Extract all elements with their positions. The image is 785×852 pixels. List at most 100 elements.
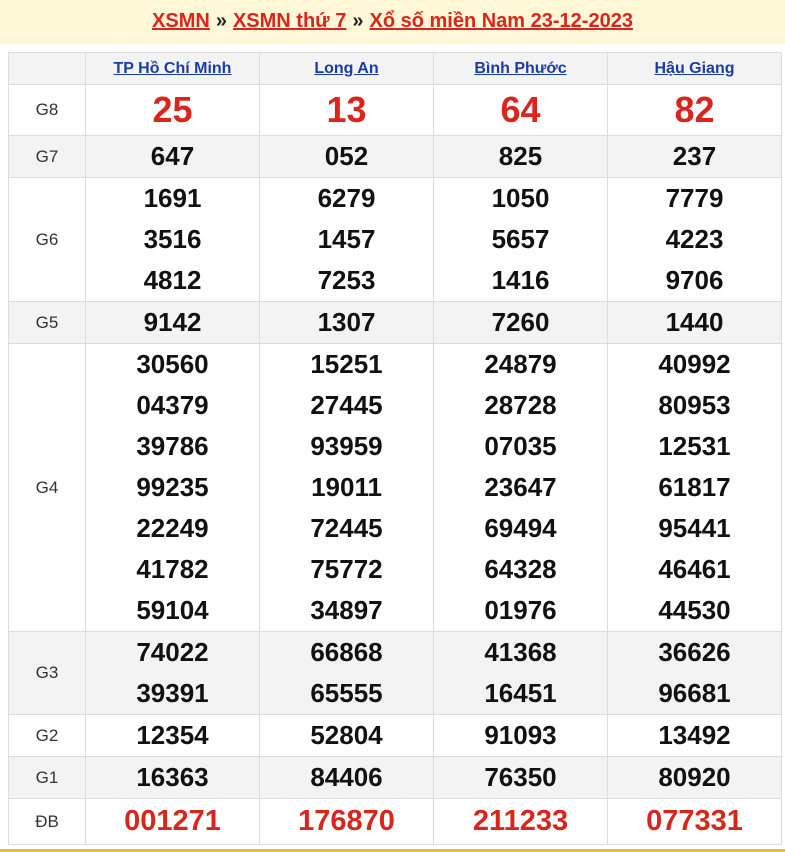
breadcrumb-section-link[interactable]: XSMN thứ 7 bbox=[233, 10, 346, 32]
prize-cell: 40992 80953 12531 61817 95441 46461 44530 bbox=[607, 343, 782, 632]
prize-row-g3: G3 74022 39391 66868 65555 41368 16451 36626 966… bbox=[8, 631, 782, 715]
prize-number: 52804 bbox=[310, 720, 383, 750]
prize-number: 1457 bbox=[317, 224, 376, 254]
prize-row-g5: G5 9142 1307 7260 1440 bbox=[8, 301, 782, 344]
prize-cell: 66868 65555 bbox=[259, 631, 434, 715]
prize-number: 1307 bbox=[317, 307, 376, 337]
prize-number: 80953 bbox=[658, 390, 731, 420]
prize-number: 65555 bbox=[310, 678, 383, 708]
prize-cell: 1691 3516 4812 bbox=[85, 177, 260, 302]
prize-number: 40992 bbox=[658, 349, 731, 379]
prize-label: G3 bbox=[8, 631, 86, 715]
prize-number: 59104 bbox=[136, 595, 209, 625]
prize-number: 27445 bbox=[310, 390, 383, 420]
province-link-hau-giang[interactable]: Hậu Giang bbox=[654, 60, 734, 77]
prize-number: 36626 bbox=[658, 637, 731, 667]
prize-number: 19011 bbox=[311, 472, 382, 502]
prize-number: 647 bbox=[150, 141, 195, 171]
prize-cell: 80920 bbox=[607, 756, 782, 799]
prize-number: 76350 bbox=[484, 762, 557, 792]
prize-number: 077331 bbox=[646, 805, 743, 837]
prize-cell: 077331 bbox=[607, 798, 782, 845]
prize-number: 4812 bbox=[143, 265, 202, 295]
prize-number: 84406 bbox=[310, 762, 383, 792]
prize-row-g2: G2 12354 52804 91093 13492 bbox=[8, 714, 782, 757]
province-header-cell: Bình Phước bbox=[433, 52, 608, 85]
prize-cell: 647 bbox=[85, 135, 260, 178]
prize-cell: 237 bbox=[607, 135, 782, 178]
prize-number: 7779 bbox=[665, 183, 724, 213]
prize-number: 34897 bbox=[310, 595, 383, 625]
province-header-cell: TP Hồ Chí Minh bbox=[85, 52, 260, 85]
prize-number: 6279 bbox=[317, 183, 376, 213]
prize-row-g8: G8 25 13 64 82 bbox=[8, 84, 782, 136]
province-header-row: TP Hồ Chí Minh Long An Bình Phước Hậu Gi… bbox=[8, 52, 782, 85]
prize-number: 28728 bbox=[484, 390, 557, 420]
prize-cell: 36626 96681 bbox=[607, 631, 782, 715]
prize-label: G7 bbox=[8, 135, 86, 178]
prize-number: 1416 bbox=[491, 265, 550, 295]
prize-number: 825 bbox=[498, 141, 543, 171]
prize-cell: 91093 bbox=[433, 714, 608, 757]
prize-number: 66868 bbox=[310, 637, 383, 667]
prize-number: 69494 bbox=[484, 513, 557, 543]
prize-cell: 211233 bbox=[433, 798, 608, 845]
prize-row-g6: G6 1691 3516 4812 6279 1457 7253 1050 5657 1416 77… bbox=[8, 177, 782, 302]
prize-number: 052 bbox=[324, 141, 369, 171]
prize-number: 46461 bbox=[658, 554, 731, 584]
prize-number: 7253 bbox=[317, 265, 376, 295]
breadcrumb-home-link[interactable]: XSMN bbox=[152, 10, 210, 32]
prize-number: 9142 bbox=[143, 307, 202, 337]
prize-number: 001271 bbox=[124, 805, 221, 837]
prize-cell: 825 bbox=[433, 135, 608, 178]
lottery-results-table: TP Hồ Chí Minh Long An Bình Phước Hậu Gi… bbox=[8, 52, 782, 845]
prize-number: 15251 bbox=[310, 349, 383, 379]
prize-cell: 74022 39391 bbox=[85, 631, 260, 715]
prize-number: 3516 bbox=[143, 224, 202, 254]
prize-number: 1440 bbox=[665, 307, 724, 337]
prize-number: 13 bbox=[326, 89, 367, 130]
prize-number: 22249 bbox=[136, 513, 209, 543]
prize-number: 74022 bbox=[136, 637, 209, 667]
prize-number: 07035 bbox=[484, 431, 557, 461]
prize-cell: 1050 5657 1416 bbox=[433, 177, 608, 302]
province-header-cell: Hậu Giang bbox=[607, 52, 782, 85]
breadcrumb-current-link[interactable]: Xổ số miền Nam 23-12-2023 bbox=[369, 10, 632, 32]
prize-row-g7: G7 647 052 825 237 bbox=[8, 135, 782, 178]
prize-cell: 12354 bbox=[85, 714, 260, 757]
prize-number: 23647 bbox=[484, 472, 557, 502]
prize-cell: 30560 04379 39786 99235 22249 41782 59104 bbox=[85, 343, 260, 632]
prize-number: 7260 bbox=[491, 307, 550, 337]
prize-cell: 25 bbox=[85, 84, 260, 136]
prize-number: 44530 bbox=[658, 595, 731, 625]
breadcrumb-separator: » bbox=[352, 10, 364, 32]
prize-cell: 176870 bbox=[259, 798, 434, 845]
prize-cell: 84406 bbox=[259, 756, 434, 799]
prize-cell: 1440 bbox=[607, 301, 782, 344]
province-link-tp-ho-chi-minh[interactable]: TP Hồ Chí Minh bbox=[114, 60, 232, 77]
prize-number: 41782 bbox=[136, 554, 209, 584]
province-link-binh-phuoc[interactable]: Bình Phước bbox=[474, 60, 566, 77]
prize-number: 12354 bbox=[136, 720, 209, 750]
prize-label: G4 bbox=[8, 343, 86, 632]
prize-number: 93959 bbox=[310, 431, 383, 461]
prize-cell: 76350 bbox=[433, 756, 608, 799]
prize-cell: 82 bbox=[607, 84, 782, 136]
prize-number: 4223 bbox=[665, 224, 724, 254]
province-header-cell: Long An bbox=[259, 52, 434, 85]
corner-cell bbox=[8, 52, 86, 85]
prize-cell: 13 bbox=[259, 84, 434, 136]
province-link-long-an[interactable]: Long An bbox=[314, 60, 378, 77]
prize-cell: 41368 16451 bbox=[433, 631, 608, 715]
prize-label: ĐB bbox=[8, 798, 86, 845]
prize-number: 1050 bbox=[491, 183, 550, 213]
prize-number: 24879 bbox=[484, 349, 557, 379]
prize-cell: 052 bbox=[259, 135, 434, 178]
prize-cell: 24879 28728 07035 23647 69494 64328 01976 bbox=[433, 343, 608, 632]
prize-number: 95441 bbox=[658, 513, 731, 543]
breadcrumb: XSMN» XSMN thứ 7» Xổ số miền Nam 23-12-202… bbox=[0, 0, 785, 44]
prize-cell: 16363 bbox=[85, 756, 260, 799]
prize-number: 96681 bbox=[658, 678, 731, 708]
prize-label: G8 bbox=[8, 84, 86, 136]
prize-number: 82 bbox=[674, 89, 715, 130]
